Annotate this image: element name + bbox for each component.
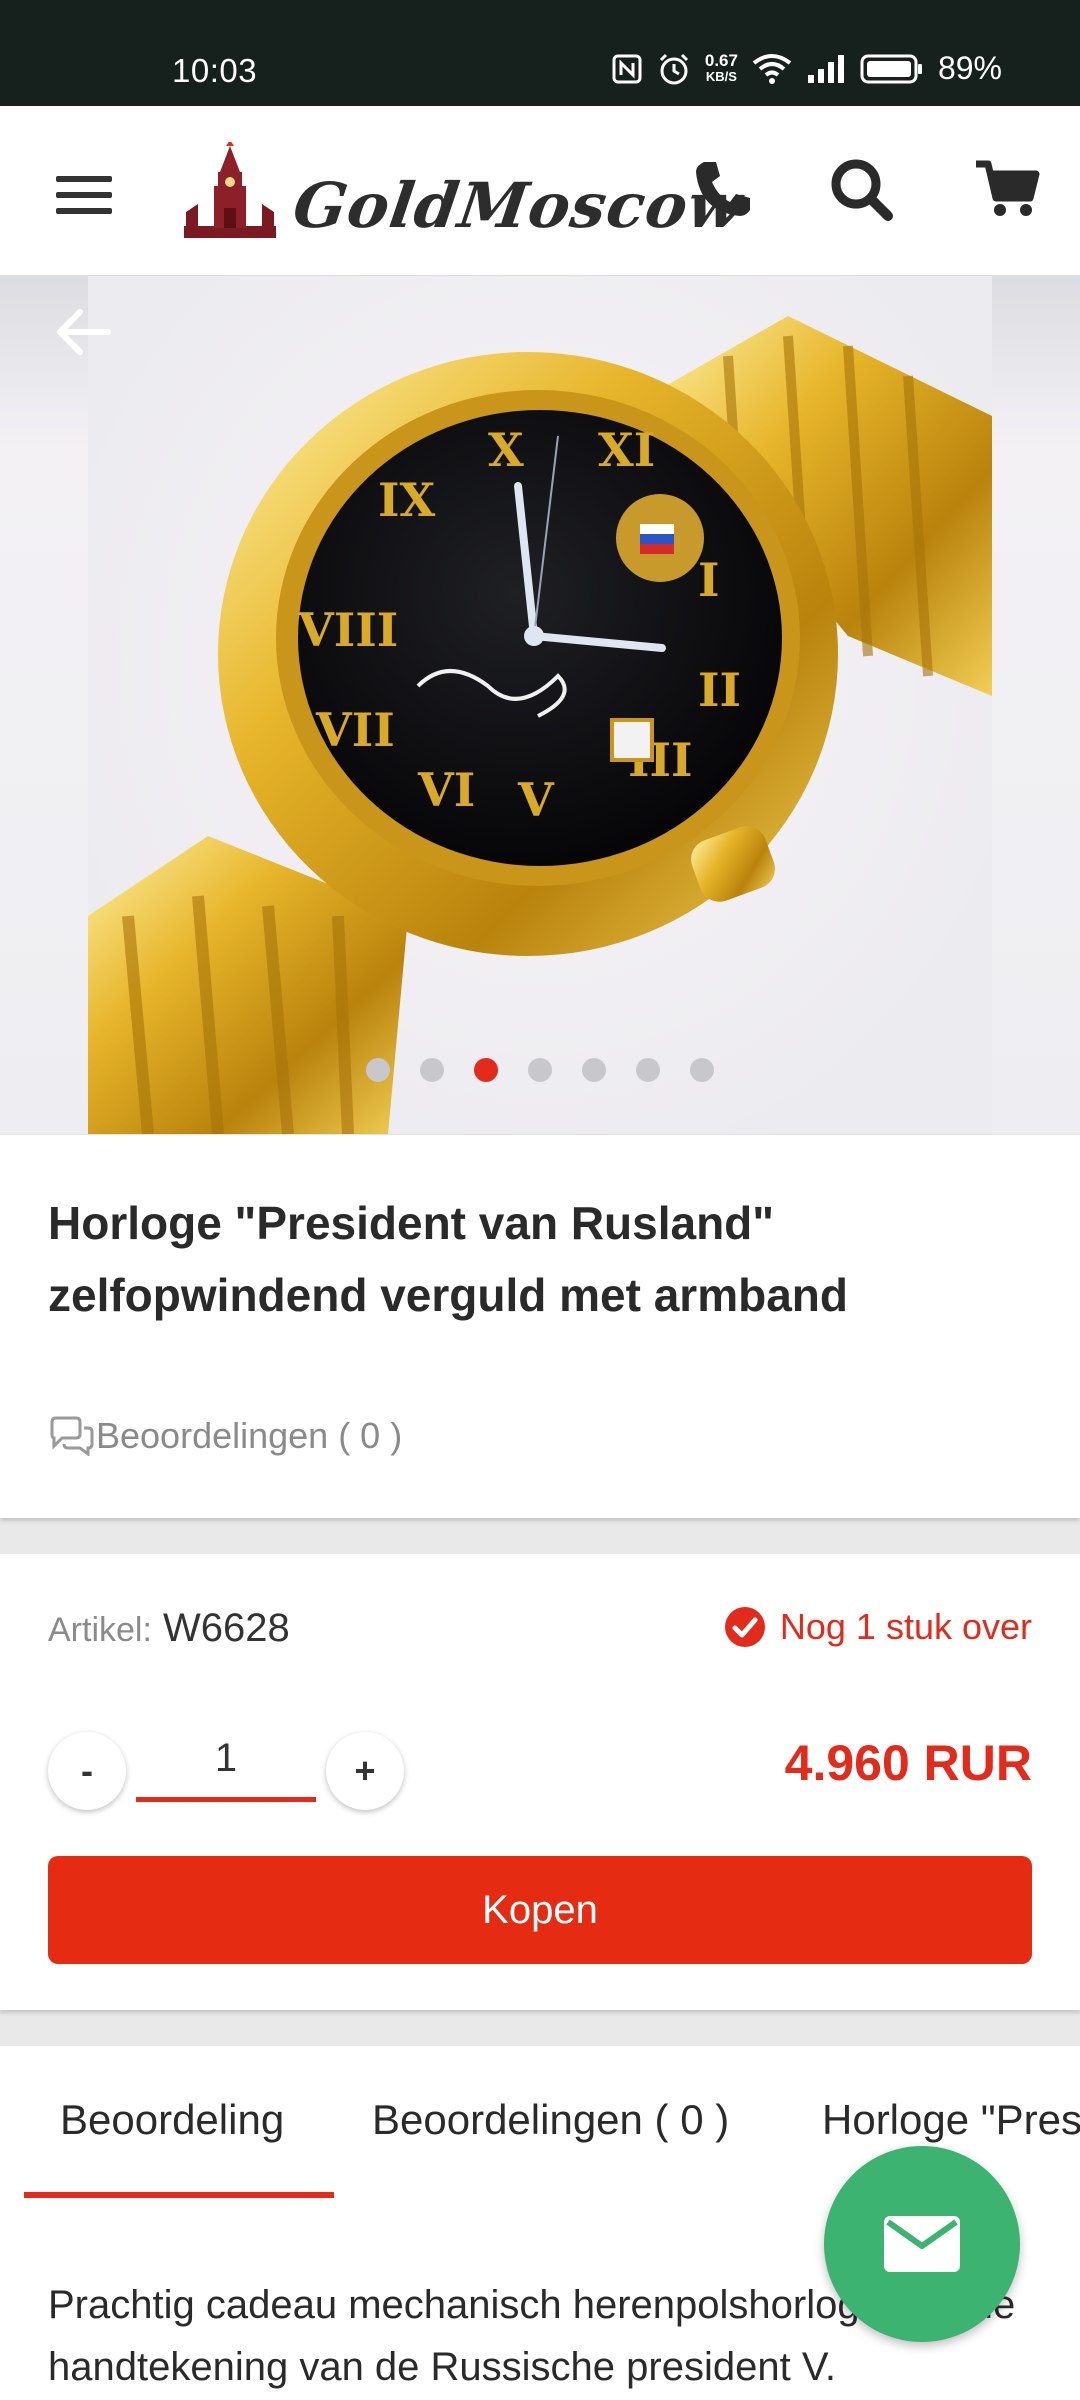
- site-header: GoldMoscow: [0, 106, 1080, 276]
- phone-icon[interactable]: [688, 154, 758, 224]
- active-tab-indicator: [24, 2192, 334, 2198]
- menu-icon[interactable]: [56, 176, 112, 216]
- brand-logo[interactable]: GoldMoscow: [180, 142, 748, 242]
- product-gallery[interactable]: X XI IX I VIII II VII VI V III: [0, 276, 1080, 1134]
- status-bar: 10:03 0.67 KB/S 89%: [0, 0, 1080, 106]
- sku-value: W6628: [163, 1606, 290, 1650]
- svg-text:I: I: [698, 553, 720, 607]
- alarm-icon: [659, 53, 688, 84]
- comments-icon: [50, 1416, 94, 1456]
- gallery-pagination: [0, 1058, 1080, 1082]
- gallery-dot[interactable]: [636, 1058, 660, 1082]
- product-title: Horloge "President van Rusland" zelfopwi…: [48, 1197, 848, 1321]
- kremlin-logo: [184, 142, 276, 238]
- svg-text:VIII: VIII: [297, 603, 398, 657]
- purchase-card: Artikel: W6628 Nog 1 stuk over - 1 + 4.9…: [0, 1554, 1080, 2010]
- stock-status: Nog 1 stuk over: [724, 1606, 1032, 1648]
- svg-text:VI: VI: [417, 763, 475, 817]
- tab-product-name[interactable]: Horloge "President van Rusland" zelfopwi…: [822, 2096, 1080, 2144]
- check-circle-icon: [724, 1607, 765, 1647]
- gallery-dot[interactable]: [690, 1058, 714, 1082]
- gallery-dot[interactable]: [528, 1058, 552, 1082]
- wifi-icon: [752, 53, 792, 84]
- nfc-icon: [612, 54, 642, 83]
- sku: Artikel: W6628: [48, 1606, 290, 1651]
- quantity-decrease-button[interactable]: -: [48, 1732, 126, 1810]
- price: 4.960 RUR: [784, 1735, 1032, 1791]
- search-icon[interactable]: [826, 154, 896, 224]
- quantity-increase-button[interactable]: +: [326, 1732, 404, 1810]
- product-image[interactable]: X XI IX I VIII II VII VI V III: [88, 276, 992, 1134]
- svg-text:VII: VII: [315, 703, 395, 757]
- network-speed: 0.67 KB/S: [704, 50, 738, 85]
- reviews-link-label: Beoordelingen ( 0 ): [96, 1415, 403, 1456]
- tab-description[interactable]: Beoordeling: [60, 2096, 284, 2144]
- svg-text:II: II: [698, 663, 741, 717]
- svg-text:IX: IX: [378, 473, 436, 527]
- svg-text:X: X: [488, 423, 524, 477]
- battery-icon: [860, 54, 922, 83]
- sku-label: Artikel:: [48, 1611, 152, 1649]
- reviews-link[interactable]: Beoordelingen ( 0 ): [48, 1415, 402, 1457]
- stock-text: Nog 1 stuk over: [779, 1606, 1032, 1647]
- tab-reviews[interactable]: Beoordelingen ( 0 ): [372, 2096, 729, 2144]
- buy-button[interactable]: Kopen: [48, 1856, 1032, 1964]
- status-time: 10:03: [172, 52, 258, 89]
- contact-mail-button[interactable]: [824, 2146, 1020, 2342]
- cart-icon[interactable]: [972, 154, 1042, 224]
- svg-text:V: V: [517, 773, 555, 827]
- watch-illustration: X XI IX I VIII II VII VI V III: [88, 316, 992, 1134]
- signal-icon: [807, 54, 844, 83]
- gallery-dot[interactable]: [366, 1058, 390, 1082]
- gallery-dot[interactable]: [420, 1058, 444, 1082]
- net-speed-unit: KB/S: [705, 68, 737, 84]
- back-arrow-icon[interactable]: [52, 300, 116, 364]
- gallery-dot[interactable]: [582, 1058, 606, 1082]
- status-icons: 0.67 KB/S 89%: [611, 50, 1002, 87]
- battery-percent: 89%: [937, 50, 1002, 86]
- brand-name: GoldMoscow: [288, 169, 748, 242]
- quantity-input[interactable]: 1: [136, 1722, 316, 1802]
- svg-text:XI: XI: [598, 423, 655, 477]
- net-speed-value: 0.67: [704, 50, 738, 70]
- gallery-dot-active[interactable]: [474, 1058, 498, 1082]
- mail-icon: [884, 2216, 960, 2272]
- product-title-card: Horloge "President van Rusland" zelfopwi…: [0, 1134, 1080, 1518]
